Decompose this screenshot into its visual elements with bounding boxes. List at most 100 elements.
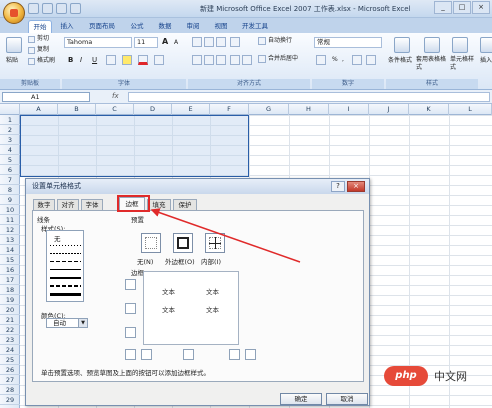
customize-qat-icon[interactable]: [70, 3, 81, 14]
row-header[interactable]: 1: [0, 115, 20, 125]
help-button[interactable]: ?: [331, 181, 345, 192]
insert-function-button[interactable]: fx: [112, 92, 126, 102]
minimize-button[interactable]: _: [434, 1, 452, 14]
tab-fill[interactable]: 填充: [147, 199, 171, 210]
row-header[interactable]: 17: [0, 275, 20, 285]
office-button-icon[interactable]: [3, 2, 25, 24]
grow-font-button[interactable]: A: [162, 37, 168, 47]
column-header[interactable]: I: [329, 104, 369, 115]
decrease-indent-icon[interactable]: [230, 55, 240, 65]
merge-center-icon[interactable]: [258, 55, 266, 63]
border-middle-button[interactable]: [125, 303, 136, 314]
paste-icon[interactable]: [6, 37, 22, 53]
row-header[interactable]: 6: [0, 165, 20, 175]
formula-input[interactable]: [128, 92, 490, 102]
row-header[interactable]: 29: [0, 395, 20, 405]
row-header[interactable]: 23: [0, 335, 20, 345]
border-preview[interactable]: 文本 文本 文本 文本: [143, 271, 239, 345]
tab-insert[interactable]: 插入: [56, 20, 78, 33]
border-right-button[interactable]: [229, 349, 240, 360]
row-header[interactable]: 9: [0, 195, 20, 205]
ok-button[interactable]: 确定: [280, 393, 322, 405]
row-header[interactable]: 14: [0, 245, 20, 255]
line-color-select[interactable]: 自动 ▼: [46, 318, 88, 328]
row-header[interactable]: 15: [0, 255, 20, 265]
maximize-button[interactable]: □: [453, 1, 471, 14]
row-header[interactable]: 27: [0, 375, 20, 385]
cell-styles-button[interactable]: 单元格样式: [450, 56, 474, 71]
row-header[interactable]: 28: [0, 385, 20, 395]
row-header[interactable]: 16: [0, 265, 20, 275]
tab-font[interactable]: 字体: [81, 199, 103, 210]
bold-button[interactable]: B: [68, 55, 73, 65]
increase-indent-icon[interactable]: [242, 55, 252, 65]
merge-center-button[interactable]: 合并后居中: [268, 54, 298, 64]
currency-icon[interactable]: [316, 55, 326, 65]
wrap-text-button[interactable]: 自动换行: [268, 36, 292, 46]
column-header[interactable]: K: [409, 104, 449, 115]
line-style-option[interactable]: [50, 269, 81, 270]
column-header[interactable]: E: [172, 104, 210, 115]
selected-range[interactable]: [20, 115, 249, 177]
copy-icon[interactable]: [28, 47, 35, 54]
tab-protection[interactable]: 保护: [173, 199, 197, 210]
column-header[interactable]: J: [369, 104, 409, 115]
tab-review[interactable]: 审阅: [182, 20, 204, 33]
tab-data[interactable]: 数据: [154, 20, 176, 33]
row-header[interactable]: 20: [0, 305, 20, 315]
border-diagonal-down-button[interactable]: [245, 349, 256, 360]
row-header[interactable]: 22: [0, 325, 20, 335]
conditional-format-icon[interactable]: [394, 37, 410, 53]
row-header[interactable]: 21: [0, 315, 20, 325]
align-right-icon[interactable]: [216, 55, 226, 65]
cut-icon[interactable]: [28, 36, 35, 43]
insert-cells-button[interactable]: 插入: [480, 56, 492, 66]
font-name-select[interactable]: Tahoma: [64, 37, 132, 48]
format-painter-button[interactable]: 格式刷: [37, 56, 55, 66]
column-header[interactable]: H: [289, 104, 329, 115]
decrease-decimal-icon[interactable]: [366, 55, 376, 65]
border-top-button[interactable]: [125, 279, 136, 290]
redo-icon[interactable]: [56, 3, 67, 14]
format-table-button[interactable]: 套用表格格式: [416, 56, 446, 71]
border-diagonal-up-button[interactable]: [125, 349, 136, 360]
undo-icon[interactable]: [42, 3, 53, 14]
row-header[interactable]: 2: [0, 125, 20, 135]
align-center-icon[interactable]: [204, 55, 214, 65]
copy-button[interactable]: 复制: [37, 45, 49, 55]
row-header[interactable]: 3: [0, 135, 20, 145]
paste-label[interactable]: 粘贴: [6, 56, 18, 66]
border-left-button[interactable]: [141, 349, 152, 360]
row-header[interactable]: 8: [0, 185, 20, 195]
border-center-button[interactable]: [183, 349, 194, 360]
underline-button[interactable]: U: [92, 55, 97, 65]
preset-outline-button[interactable]: [173, 233, 193, 253]
conditional-format-button[interactable]: 条件格式: [388, 56, 412, 66]
align-middle-icon[interactable]: [204, 37, 214, 47]
line-style-list[interactable]: 无: [46, 230, 84, 302]
increase-decimal-icon[interactable]: [352, 55, 362, 65]
font-size-select[interactable]: 11: [134, 37, 158, 48]
line-style-option[interactable]: [50, 245, 81, 246]
tab-developer[interactable]: 开发工具: [238, 20, 272, 33]
format-table-icon[interactable]: [424, 37, 440, 53]
font-color-icon[interactable]: [138, 55, 148, 65]
name-box[interactable]: A1: [2, 92, 90, 102]
row-header[interactable]: 4: [0, 145, 20, 155]
border-bottom-button[interactable]: [125, 327, 136, 338]
row-header[interactable]: 19: [0, 295, 20, 305]
dialog-close-button[interactable]: ×: [347, 181, 365, 192]
shrink-font-button[interactable]: A: [174, 38, 178, 48]
insert-cells-icon[interactable]: [480, 37, 492, 53]
fill-color-icon[interactable]: [122, 55, 132, 65]
column-header[interactable]: L: [449, 104, 492, 115]
preset-none-button[interactable]: [141, 233, 161, 253]
line-style-option[interactable]: [50, 293, 81, 296]
tab-alignment[interactable]: 对齐: [57, 199, 79, 210]
tab-view[interactable]: 视图: [210, 20, 232, 33]
column-header[interactable]: C: [96, 104, 134, 115]
wrap-text-icon[interactable]: [258, 37, 266, 45]
cut-button[interactable]: 剪切: [37, 34, 49, 44]
preset-inside-button[interactable]: [205, 233, 225, 253]
row-header[interactable]: 12: [0, 225, 20, 235]
